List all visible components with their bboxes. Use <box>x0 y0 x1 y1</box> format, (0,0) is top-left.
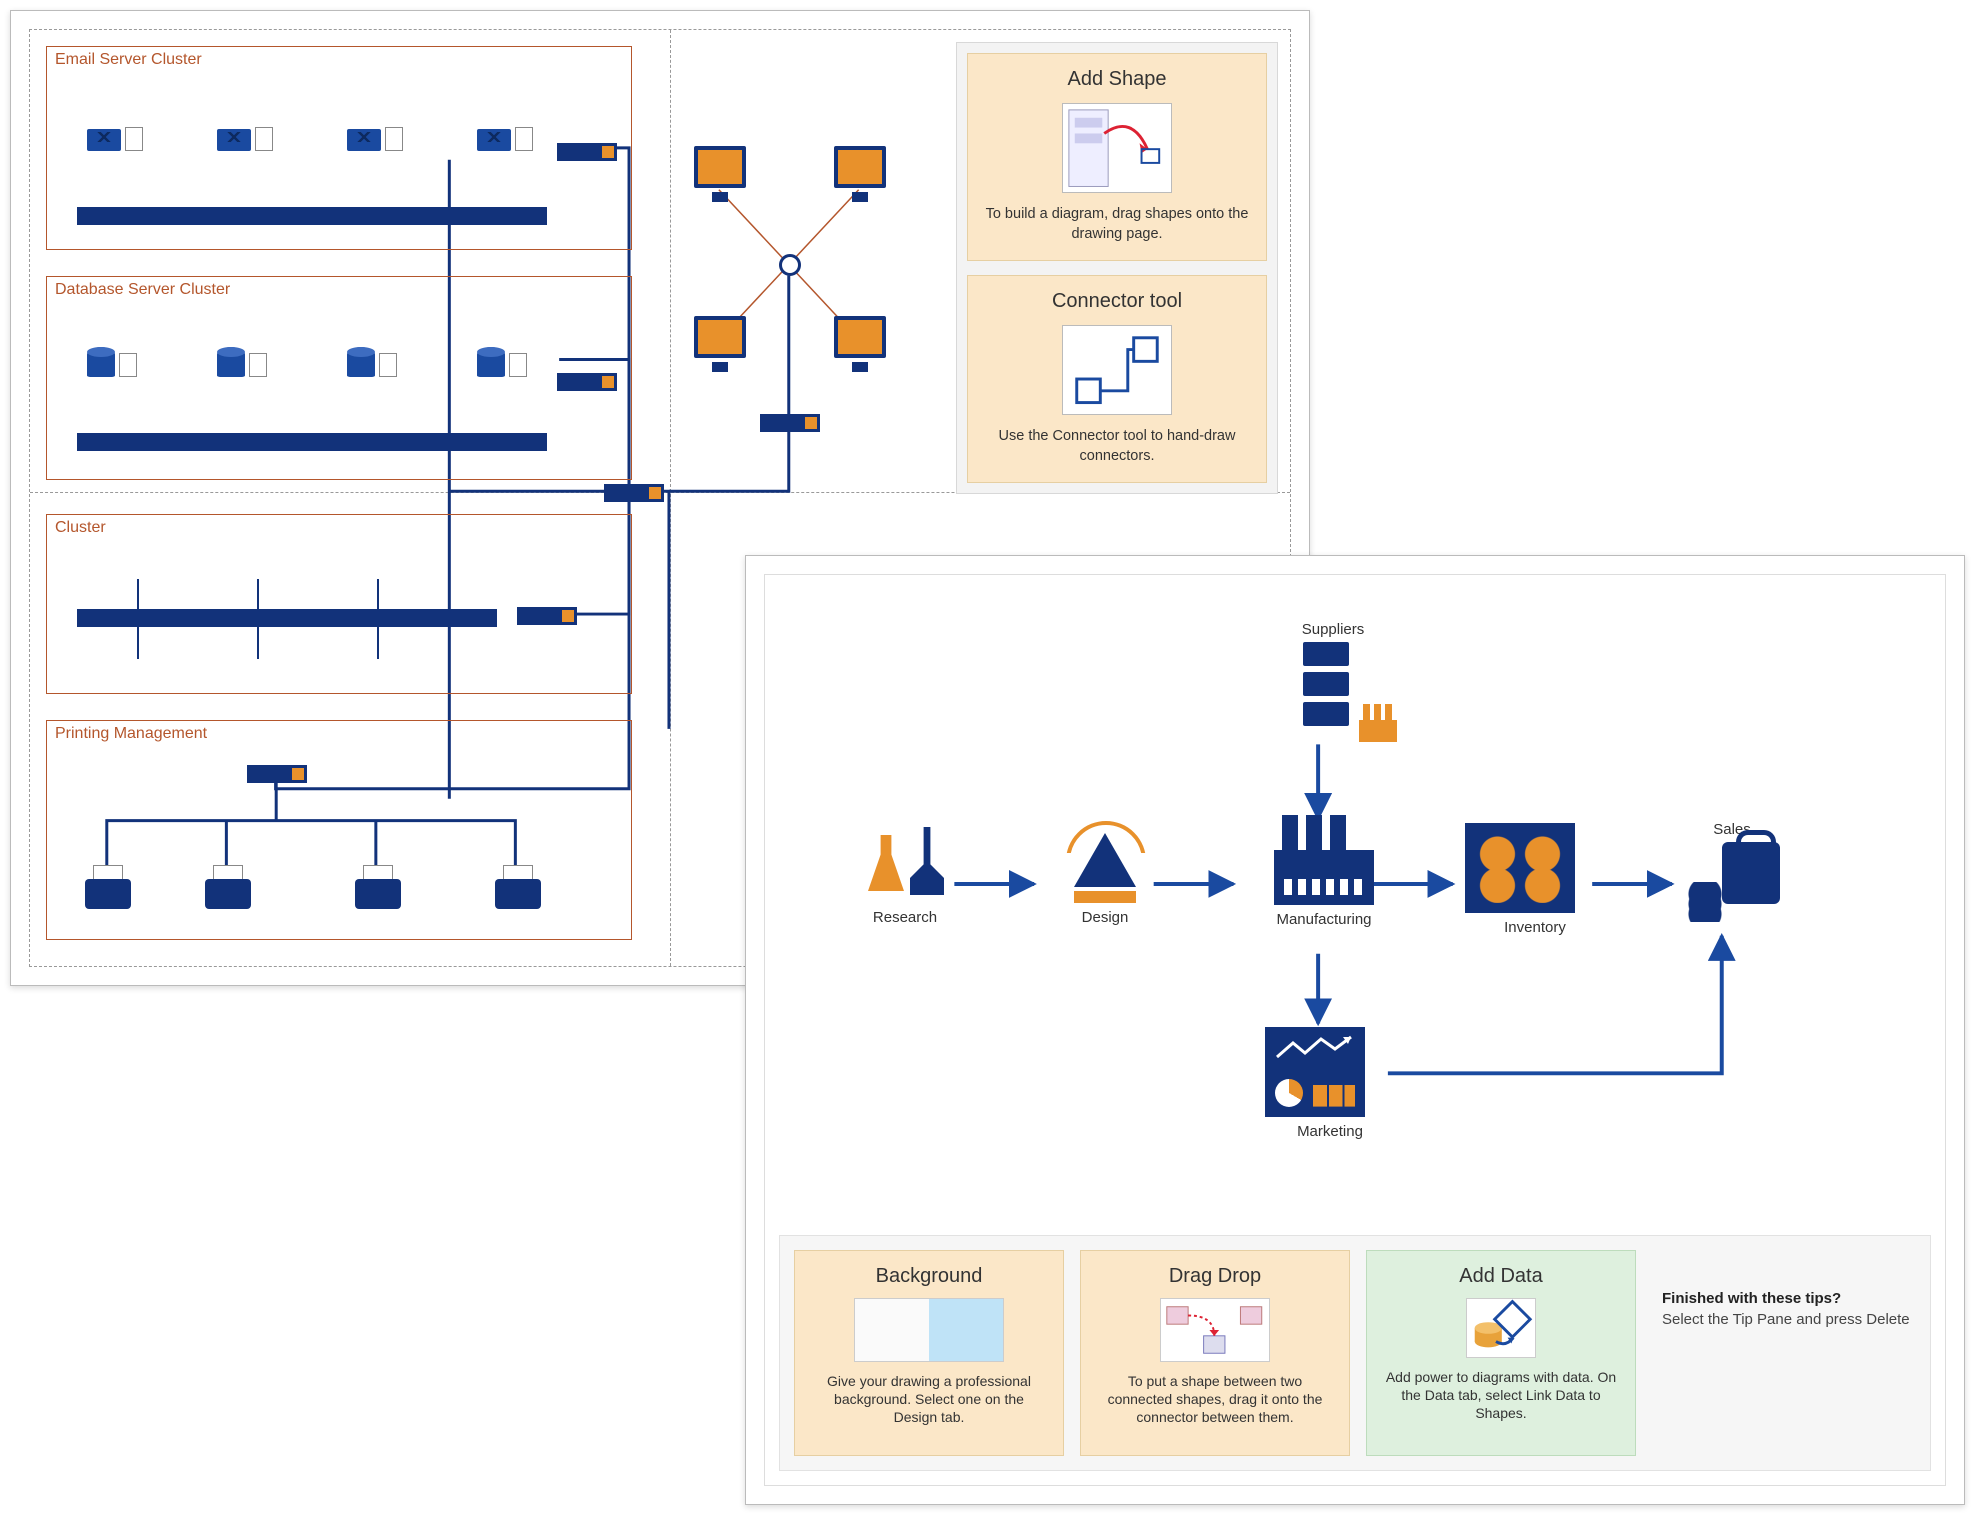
node-marketing[interactable]: Marketing <box>1265 1027 1395 1140</box>
switch-icon[interactable] <box>557 373 617 391</box>
design-icon <box>1060 823 1150 903</box>
factory-icon <box>1274 815 1374 905</box>
switch-icon[interactable] <box>247 765 307 783</box>
tip-title: Drag Drop <box>1097 1265 1333 1288</box>
node-manufacturing[interactable]: Manufacturing <box>1259 815 1389 928</box>
tip-body: Use the Connector tool to hand-draw conn… <box>984 427 1250 466</box>
tip-thumbnail <box>854 1298 1004 1362</box>
mail-server-icon[interactable] <box>347 127 403 151</box>
ethernet-bus-icon[interactable] <box>77 609 497 627</box>
node-label: Manufacturing <box>1259 911 1389 928</box>
tip-thumbnail <box>1466 1298 1536 1358</box>
tips-pane[interactable]: Background Give your drawing a professio… <box>779 1235 1931 1471</box>
switch-icon[interactable] <box>517 607 577 625</box>
tip-thumbnail <box>1062 325 1172 415</box>
tip-body: Add power to diagrams with data. On the … <box>1383 1368 1619 1423</box>
core-switch-icon[interactable] <box>604 484 664 502</box>
switch-icon[interactable] <box>557 143 617 161</box>
mail-server-icon[interactable] <box>217 127 273 151</box>
tip-body: To put a shape between two connected sha… <box>1097 1372 1333 1427</box>
node-label: Suppliers <box>1273 621 1393 638</box>
suppliers-icon <box>1303 642 1363 742</box>
mail-server-icon[interactable] <box>477 127 533 151</box>
tip-title: Background <box>811 1265 1047 1288</box>
inventory-icon <box>1465 823 1575 913</box>
cluster-database-title: Database Server Cluster <box>55 281 230 299</box>
tip-connector-tool[interactable]: Connector tool Use the Connector tool to… <box>967 275 1267 483</box>
multifunction-printer-icon[interactable] <box>351 869 405 909</box>
tip-background[interactable]: Background Give your drawing a professio… <box>794 1250 1064 1456</box>
db-server-icon[interactable] <box>477 347 527 377</box>
cluster-generic[interactable]: Cluster <box>46 514 632 694</box>
tip-thumbnail <box>1160 1298 1270 1362</box>
tip-thumbnail <box>1062 103 1172 193</box>
bus-node-icon <box>377 579 379 659</box>
cluster-email-title: Email Server Cluster <box>55 51 202 69</box>
tip-add-shape[interactable]: Add Shape To build a diagram, drag shape… <box>967 53 1267 261</box>
mail-server-icon[interactable] <box>87 127 143 151</box>
ethernet-bus-icon[interactable] <box>77 207 547 225</box>
tips-pane[interactable]: Add Shape To build a diagram, drag shape… <box>956 42 1278 494</box>
tip-title: Add Data <box>1383 1265 1619 1288</box>
switch-icon[interactable] <box>760 414 820 432</box>
node-design[interactable]: Design <box>1045 823 1165 926</box>
tip-body: Give your drawing a professional backgro… <box>811 1372 1047 1427</box>
node-label: Research <box>845 909 965 926</box>
db-server-icon[interactable] <box>87 347 137 377</box>
printer-icon[interactable] <box>201 869 255 909</box>
cluster-printing-title: Printing Management <box>55 725 207 743</box>
marketing-icon <box>1265 1027 1365 1117</box>
bus-node-icon <box>257 579 259 659</box>
printer-icon[interactable] <box>81 869 135 909</box>
bus-node-icon <box>137 579 139 659</box>
cluster-database[interactable]: Database Server Cluster <box>46 276 632 480</box>
tips-finish-hint: Finished with these tips? Select the Tip… <box>1652 1250 1916 1456</box>
node-label: Marketing <box>1265 1123 1395 1140</box>
db-server-icon[interactable] <box>217 347 267 377</box>
tip-title: Add Shape <box>984 68 1250 91</box>
node-sales[interactable]: Sales <box>1677 815 1787 922</box>
finish-heading: Finished with these tips? <box>1662 1290 1910 1307</box>
cluster-generic-title: Cluster <box>55 519 106 537</box>
guide-vertical <box>670 30 671 966</box>
research-icon <box>860 823 950 903</box>
ethernet-bus-icon[interactable] <box>77 433 547 451</box>
drawing-canvas-2[interactable]: Suppliers Research Design Manufacturing <box>764 574 1946 1486</box>
sales-icon <box>1685 842 1780 922</box>
finish-body: Select the Tip Pane and press Delete <box>1662 1311 1910 1328</box>
workstation-icon[interactable] <box>694 146 746 188</box>
multifunction-printer-icon[interactable] <box>491 869 545 909</box>
workstation-icon[interactable] <box>834 316 886 358</box>
process-diagram-window: Suppliers Research Design Manufacturing <box>745 555 1965 1505</box>
node-label: Design <box>1045 909 1165 926</box>
node-suppliers[interactable]: Suppliers <box>1273 615 1393 742</box>
node-inventory[interactable]: Inventory <box>1465 823 1605 936</box>
hub-icon[interactable] <box>779 254 801 276</box>
tip-drag-drop[interactable]: Drag Drop To put a shape between two con… <box>1080 1250 1350 1456</box>
tip-body: To build a diagram, drag shapes onto the… <box>984 205 1250 244</box>
cluster-email[interactable]: Email Server Cluster <box>46 46 632 250</box>
workstation-icon[interactable] <box>694 316 746 358</box>
tip-title: Connector tool <box>984 290 1250 313</box>
cluster-printing[interactable]: Printing Management <box>46 720 632 940</box>
tip-add-data[interactable]: Add Data Add power to diagrams with data… <box>1366 1250 1636 1456</box>
node-label: Inventory <box>1465 919 1605 936</box>
db-server-icon[interactable] <box>347 347 397 377</box>
workstation-icon[interactable] <box>834 146 886 188</box>
node-research[interactable]: Research <box>845 823 965 926</box>
